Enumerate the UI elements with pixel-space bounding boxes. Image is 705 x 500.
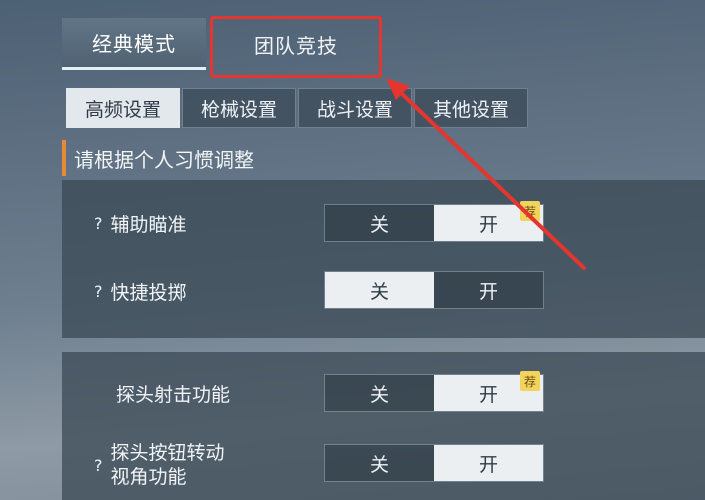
row-aim-assist-label: ? 辅助瞄准	[94, 208, 187, 238]
subtab-other[interactable]: 其他设置	[414, 88, 528, 128]
help-icon[interactable]: ?	[94, 282, 103, 301]
settings-subtabs: 高频设置 枪械设置 战斗设置 其他设置	[66, 88, 530, 128]
help-icon[interactable]: ?	[94, 456, 103, 475]
peek-view-text: 探头按钮转动 视角功能	[111, 441, 225, 489]
peek-fire-off-button[interactable]: 关	[325, 375, 434, 411]
peek-fire-on-button[interactable]: 开 荐	[434, 371, 543, 411]
peek-view-toggle: 关 开	[324, 444, 544, 482]
aim-assist-off-button[interactable]: 关	[325, 205, 434, 241]
annotation-highlight-box	[210, 16, 382, 78]
row-peek-view-label: ? 探头按钮转动 视角功能	[94, 440, 225, 490]
recommended-badge: 荐	[520, 371, 540, 391]
row-quick-throw-label: ? 快捷投掷	[94, 276, 187, 306]
aim-assist-on-button[interactable]: 开 荐	[434, 201, 543, 241]
recommended-badge: 荐	[520, 201, 540, 221]
aim-assist-text: 辅助瞄准	[110, 213, 187, 236]
peek-fire-text: 探头射击功能	[116, 383, 231, 406]
peek-view-off-button[interactable]: 关	[325, 445, 434, 481]
settings-panel-2: 探头射击功能 关 开 荐 ? 探头按钮转动 视角功能 关 开	[62, 352, 705, 500]
help-icon[interactable]: ?	[94, 214, 103, 233]
settings-panel-1: ? 辅助瞄准 关 开 荐 ? 快捷投掷 关 开	[62, 180, 705, 338]
mode-tabs: 经典模式 团队竞技	[0, 0, 705, 78]
row-peek-fire-label: 探头射击功能	[116, 378, 230, 408]
subtab-combat[interactable]: 战斗设置	[298, 88, 412, 128]
subtab-weapon[interactable]: 枪械设置	[182, 88, 296, 128]
peek-view-text-line1: 探头按钮转动	[110, 442, 225, 464]
section-title: 请根据个人习惯调整	[62, 140, 254, 176]
peek-view-on-button[interactable]: 开	[434, 445, 543, 481]
peek-fire-on-label: 开	[478, 383, 498, 406]
peek-fire-toggle: 关 开 荐	[324, 371, 544, 412]
quick-throw-toggle: 关 开	[324, 271, 544, 309]
tab-classic-mode[interactable]: 经典模式	[62, 18, 206, 70]
quick-throw-on-button[interactable]: 开	[434, 272, 543, 308]
aim-assist-on-label: 开	[478, 213, 498, 236]
quick-throw-off-button[interactable]: 关	[325, 272, 434, 308]
quick-throw-text: 快捷投掷	[110, 281, 187, 304]
subtab-high-frequency[interactable]: 高频设置	[66, 88, 180, 128]
aim-assist-toggle: 关 开 荐	[324, 201, 544, 242]
peek-view-text-line2: 视角功能	[110, 466, 187, 488]
